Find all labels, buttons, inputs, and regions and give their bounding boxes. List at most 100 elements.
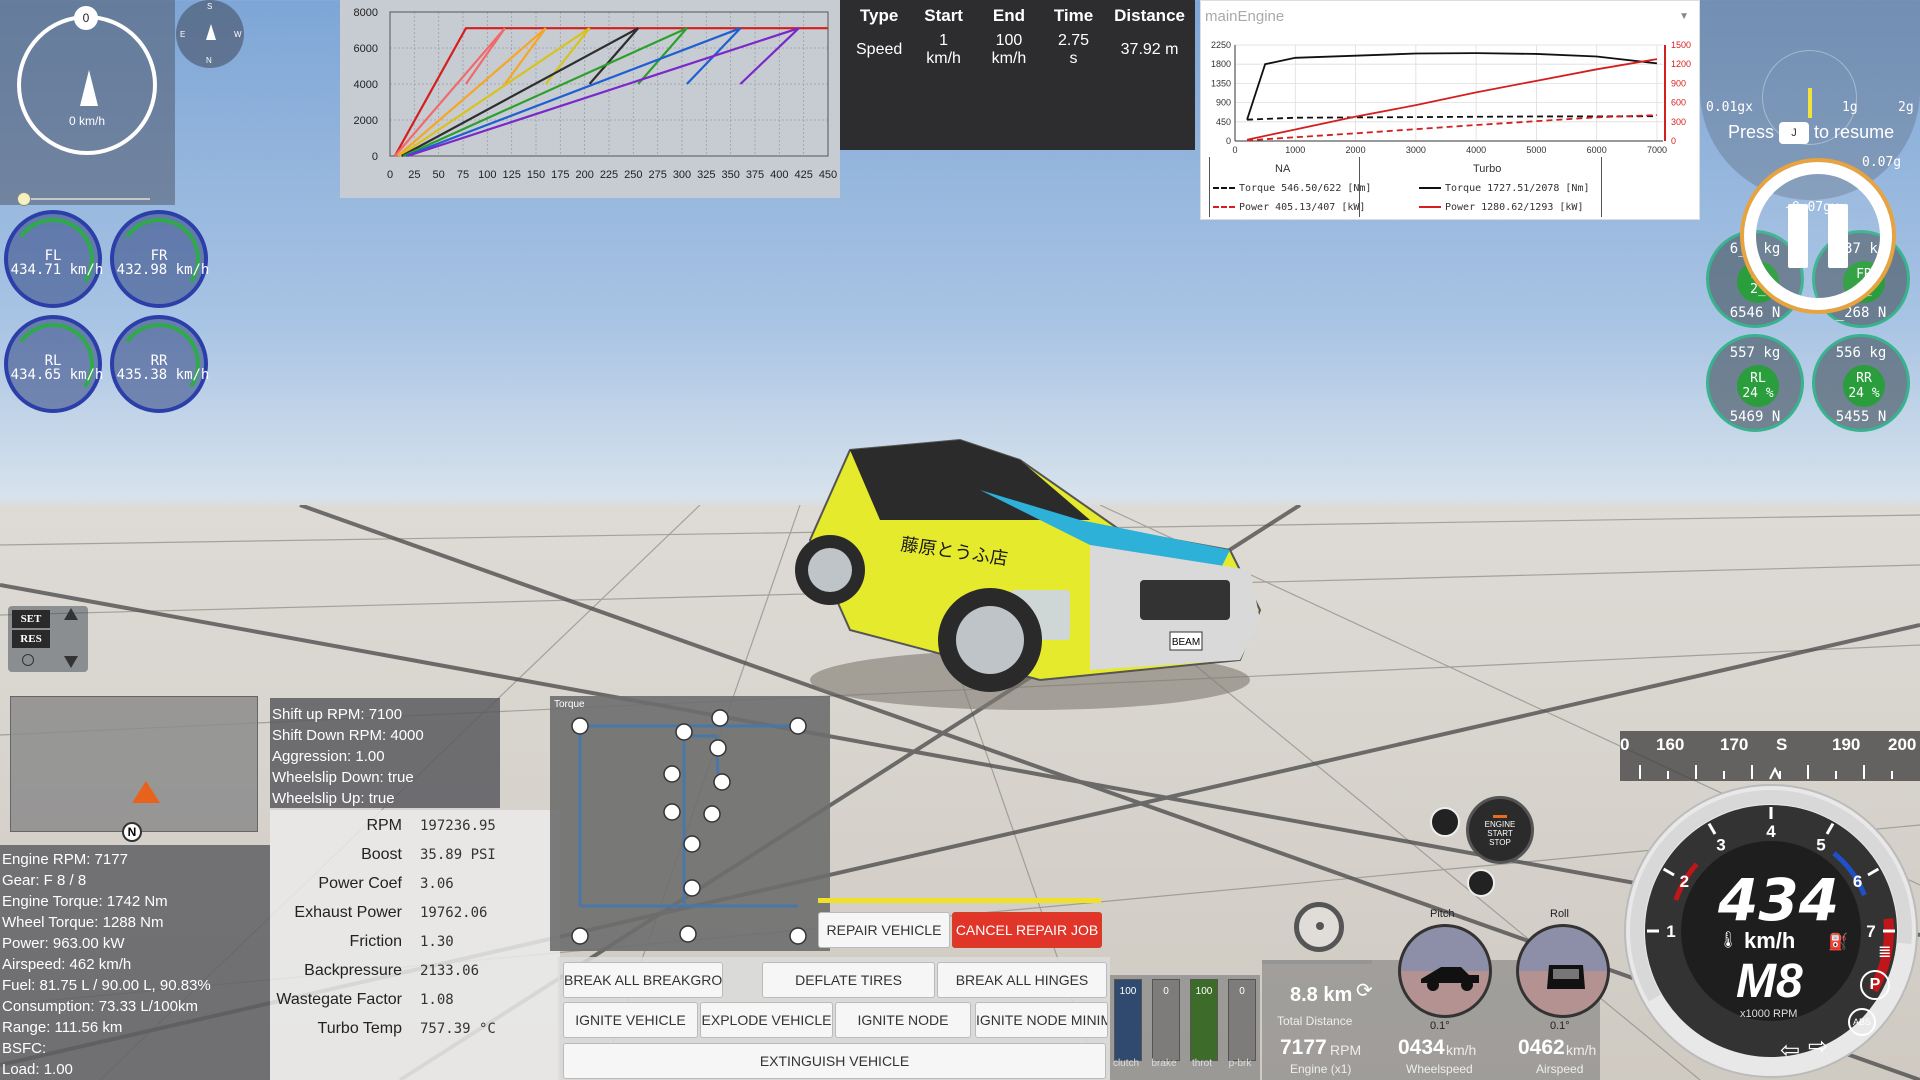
deflate-tires-button[interactable]: DEFLATE TIRES bbox=[762, 962, 935, 998]
cruise-down-icon[interactable] bbox=[64, 656, 78, 668]
vehicle-info-line: Airspeed: 462 km/h bbox=[2, 956, 132, 973]
reset-distance-icon[interactable]: ⟳ bbox=[1356, 978, 1373, 1003]
cruise-control: SET RES bbox=[8, 606, 88, 672]
steering-wheel-icon bbox=[1294, 902, 1344, 952]
engine-series-na-power bbox=[1246, 114, 1658, 142]
gear-line-4 bbox=[399, 27, 591, 157]
gear-chart-x-tick: 150 bbox=[527, 169, 545, 181]
speed-unit: km/h bbox=[1744, 928, 1796, 953]
vehicle-info-line: BSFC: bbox=[2, 1040, 47, 1057]
cruise-res-button[interactable]: RES bbox=[12, 630, 50, 648]
cruise-set-button[interactable]: SET bbox=[12, 610, 50, 628]
gear-chart-x-tick: 325 bbox=[697, 169, 715, 181]
tire-load-rl: 557 kg RL 24 % 5469 N bbox=[1706, 334, 1804, 432]
break-breakgroups-button[interactable]: BREAK ALL BREAKGROUPS bbox=[563, 962, 723, 998]
roll-indicator bbox=[1516, 924, 1610, 1018]
vehicle-info-line: Wheel Torque: 1288 Nm bbox=[2, 914, 164, 931]
minimap[interactable] bbox=[10, 696, 258, 832]
gforce-indicator-icon bbox=[1808, 88, 1812, 118]
engine-chart-y-tick-right: 300 bbox=[1671, 117, 1686, 127]
engine-chart-x-tick: 7000 bbox=[1647, 145, 1667, 155]
explode-vehicle-button[interactable]: EXPLODE VEHICLE bbox=[700, 1002, 833, 1038]
engine-chart-y-tick-right: 900 bbox=[1671, 78, 1686, 88]
ignite-node-button[interactable]: IGNITE NODE bbox=[835, 1002, 971, 1038]
gearing-chart: 0 25 50 75 100 125 150 175 200 225 250 275 300 325 350… bbox=[340, 0, 840, 198]
debug-value: 1.08 bbox=[420, 992, 454, 1008]
slider-track[interactable] bbox=[20, 198, 150, 200]
cruise-up-icon[interactable] bbox=[64, 608, 78, 620]
total-distance-value: 8.8 km bbox=[1290, 984, 1353, 1006]
gear-line-1 bbox=[393, 27, 828, 157]
vehicle-info-line: Engine Torque: 1742 Nm bbox=[2, 893, 168, 910]
wheelspeed-label: Wheelspeed bbox=[1406, 1062, 1473, 1076]
airspeed-unit: km/h bbox=[1566, 1042, 1597, 1058]
engine-chart-x-tick: 1000 bbox=[1285, 145, 1305, 155]
timing-table: Type Start End Time Distance Speed 1 km/… bbox=[840, 0, 1195, 150]
tire-load-rr: 556 kg RR 24 % 5455 N bbox=[1812, 334, 1910, 432]
gear-shift-icon[interactable] bbox=[1430, 807, 1460, 837]
legend-na-torque: Torque 546.50/622 [Nm] bbox=[1239, 183, 1372, 194]
gear-line-2 bbox=[394, 27, 506, 157]
extinguish-vehicle-button[interactable]: EXTINGUISH VEHICLE bbox=[563, 1043, 1106, 1079]
engine-rpm-label: Engine (x1) bbox=[1290, 1062, 1352, 1076]
gear-chart-x-tick: 50 bbox=[433, 169, 445, 181]
debug-value: 19762.06 bbox=[420, 905, 488, 921]
wheel-gauge-rr: RR 435.38 km/h bbox=[110, 315, 209, 413]
license-plate: BEAM bbox=[1172, 637, 1200, 648]
tire-load-pct: 24 % bbox=[1848, 386, 1880, 401]
tire-load-kg: 557 kg bbox=[1729, 345, 1781, 361]
rpm-tick-label: 7 bbox=[1866, 922, 1875, 941]
break-hinges-button[interactable]: BREAK ALL HINGES bbox=[937, 962, 1107, 998]
cancel-repair-button[interactable]: CANCEL REPAIR JOB bbox=[952, 912, 1102, 948]
repair-vehicle-button[interactable]: REPAIR VEHICLE bbox=[818, 912, 950, 948]
ignite-vehicle-button[interactable]: IGNITE VEHICLE bbox=[563, 1002, 698, 1038]
gforce-2g: 2g bbox=[1898, 100, 1914, 115]
debug-value: 35.89 PSI bbox=[420, 847, 496, 863]
airspeed-value: 0462 bbox=[1518, 1036, 1565, 1059]
engine-rpm-unit: RPM bbox=[1330, 1042, 1362, 1058]
tire-load-n: 5455 N bbox=[1835, 409, 1887, 425]
powertrain-diagram: Torque bbox=[550, 696, 830, 951]
temperature-icon: 🌡 bbox=[1718, 932, 1739, 949]
handbrake-icon[interactable] bbox=[1467, 869, 1495, 897]
engine-button-line2: START bbox=[1487, 829, 1513, 838]
engine-chart-y-tick-left: 1800 bbox=[1211, 59, 1231, 69]
debug-value: 757.39 °C bbox=[420, 1021, 496, 1037]
engine-start-stop-button[interactable]: ENGINE START STOP bbox=[1466, 796, 1534, 864]
gear-chart-y-tick: 6000 bbox=[354, 43, 378, 55]
wheel-speed-value: 434.65 km/h bbox=[10, 367, 104, 383]
slider-knob[interactable] bbox=[17, 192, 31, 206]
vehicle-info-line: Gear: F 8 / 8 bbox=[2, 872, 87, 889]
main-gauge: 1 2 3 4 5 6 7 434 km/h M8 x1000 RPM 🌡 ⛽ ≣ P AB… bbox=[1622, 782, 1920, 1080]
gforce-right: 0.07g bbox=[1862, 155, 1902, 170]
gear-chart-x-tick: 225 bbox=[600, 169, 618, 181]
debug-key: Turbo Temp bbox=[317, 1020, 402, 1037]
gearing-chart-svg: 0 25 50 75 100 125 150 175 200 225 250 275 300 325 350… bbox=[354, 7, 838, 181]
gear-chart-x-tick: 175 bbox=[551, 169, 569, 181]
timing-header-end: End bbox=[992, 6, 1025, 25]
wheel-node-icon bbox=[789, 927, 807, 945]
legend-na-power: Power 405.13/407 [kW] bbox=[1239, 202, 1366, 213]
timing-header-time: Time bbox=[1053, 6, 1094, 25]
debug-key: Power Coef bbox=[318, 875, 402, 892]
debug-key: Friction bbox=[349, 933, 402, 950]
gear-chart-x-tick: 25 bbox=[408, 169, 420, 181]
engine-chart-y-tick-right: 1200 bbox=[1671, 59, 1691, 69]
vehicle-info-line: Fuel: 81.75 L / 90.00 L, 90.83% bbox=[2, 977, 211, 994]
gear-line-6 bbox=[403, 27, 688, 158]
vehicle-info-line: Consumption: 73.33 L/100km bbox=[2, 998, 198, 1015]
abs-icon: ABS bbox=[1848, 1008, 1876, 1036]
pause-button[interactable] bbox=[1744, 162, 1892, 310]
ignite-node-minimal-button[interactable]: IGNITE NODE MINIMAL bbox=[975, 1002, 1108, 1038]
parking-brake-icon: P bbox=[1860, 970, 1890, 1000]
gear-chart-x-tick: 300 bbox=[673, 169, 691, 181]
roll-label: Roll bbox=[1550, 908, 1569, 920]
speedometer-panel: 0 0 km/h bbox=[0, 0, 175, 206]
pitch-indicator bbox=[1398, 924, 1492, 1018]
roll-value: 0.1° bbox=[1550, 1020, 1570, 1032]
shift-info-panel: Shift up RPM: 7100 Shift Down RPM: 4000 … bbox=[270, 698, 500, 808]
gear-chart-y-tick: 8000 bbox=[354, 7, 378, 19]
turn-left-icon: ⇦ bbox=[1780, 1037, 1801, 1064]
pedal-label: brake bbox=[1151, 1058, 1177, 1069]
timing-cell-start: 1 km/h bbox=[926, 32, 961, 67]
